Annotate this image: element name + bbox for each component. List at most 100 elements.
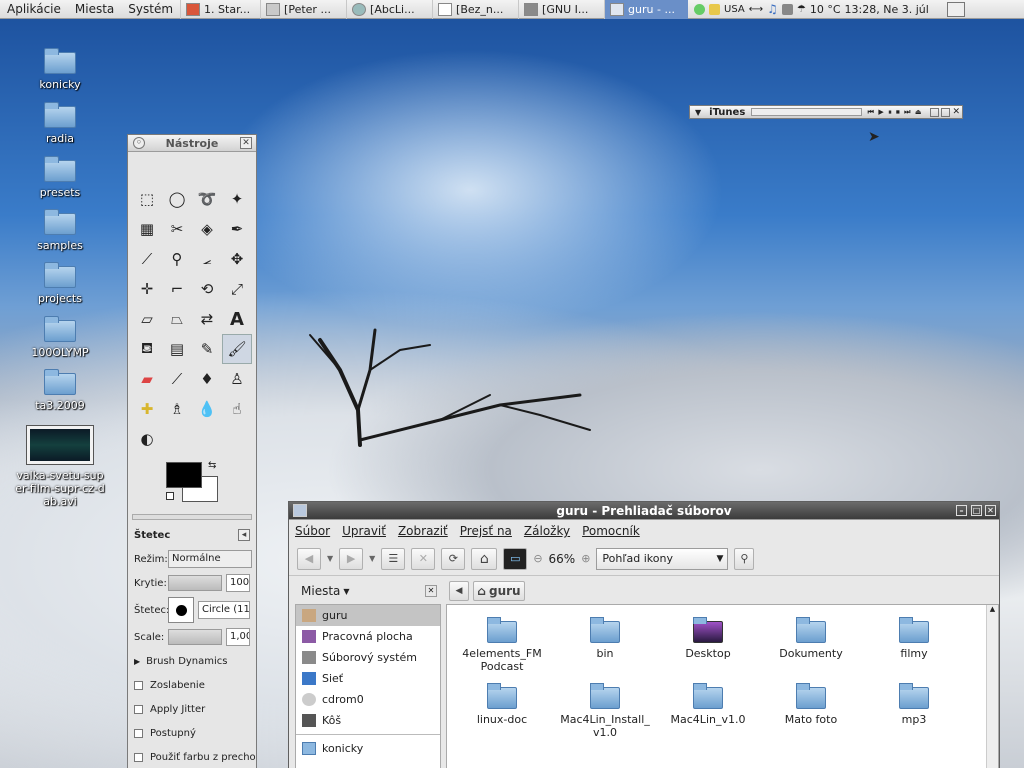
forward-button[interactable]: ▶ [339, 547, 364, 570]
brush-preview[interactable] [168, 597, 194, 623]
paths-icon[interactable]: ✒ [222, 214, 252, 244]
ellipse-select-icon[interactable]: ◯ [162, 184, 192, 214]
close-icon[interactable]: ✕ [952, 107, 960, 117]
up-button[interactable]: ☰ [381, 547, 406, 570]
crop-icon[interactable]: ⌐ [162, 274, 192, 304]
desktop-icon-video[interactable]: valka-svetu-super-film-supr-cz-dab.avi [14, 426, 106, 508]
perspective-clone-icon[interactable]: ♗ [162, 394, 192, 424]
fm-titlebar[interactable]: guru - Prehliadač súborov – □ ✕ [289, 502, 999, 520]
desktop-icon-presets[interactable]: presets [14, 156, 106, 199]
blur-icon[interactable]: 💧 [192, 394, 222, 424]
desktop-icon-projects[interactable]: projects [14, 262, 106, 305]
bucket-fill-icon[interactable]: ⛾ [132, 334, 162, 364]
file-item[interactable]: Mac4Lin_v1.0 [661, 683, 755, 726]
scale-icon[interactable]: ⤢ [222, 274, 252, 304]
maximize-button[interactable]: □ [971, 505, 982, 516]
chevron-down-icon[interactable]: ▼ [343, 587, 349, 596]
file-item[interactable]: bin [558, 617, 652, 660]
place-item[interactable]: guru [296, 605, 440, 626]
location-button[interactable]: ⌂ guru [473, 581, 525, 601]
foreground-color[interactable] [166, 462, 202, 488]
itunes-widget[interactable]: ▼ iTunes ⏮ ▶ ⏸ ⏹ ⏭ ⏏ ✕ [689, 105, 963, 119]
measure-icon[interactable]: ⦟ [192, 244, 222, 274]
vertical-scrollbar[interactable]: ▲ [986, 605, 998, 768]
minimize-button[interactable] [930, 107, 940, 117]
itunes-controls[interactable]: ⏮ ▶ ⏸ ⏹ ⏭ ⏏ [868, 108, 923, 117]
menu-aplikacie[interactable]: Aplikácie [0, 0, 68, 19]
options-menu-icon[interactable]: ◂ [238, 529, 250, 541]
smudge-icon[interactable]: ☝ [222, 394, 252, 424]
gradient-icon[interactable]: ▤ [162, 334, 192, 364]
reload-button[interactable]: ⟳ [441, 547, 466, 570]
file-item[interactable]: Mato foto [764, 683, 858, 726]
check-incremental[interactable]: Postupný [128, 721, 256, 745]
airbrush-icon[interactable]: ⟋ [162, 364, 192, 394]
place-item[interactable]: Sieť [296, 668, 440, 689]
collapse-icon[interactable]: ▼ [695, 108, 701, 117]
location-back-icon[interactable]: ◀ [449, 581, 469, 601]
place-item[interactable]: konicky [296, 738, 440, 759]
taskbar-item[interactable]: [GNU I... [518, 0, 604, 19]
place-item[interactable]: Súborový systém [296, 647, 440, 668]
close-button[interactable]: ✕ [985, 505, 996, 516]
check-fade[interactable]: Zoslabenie [128, 673, 256, 697]
itunes-progress[interactable] [751, 108, 862, 116]
place-item[interactable]: Pracovná plocha [296, 626, 440, 647]
file-item[interactable]: 4elements_FM Podcast [455, 617, 549, 673]
clock[interactable]: 13:28, Ne 3. júl [845, 3, 929, 16]
opacity-slider[interactable] [168, 575, 222, 591]
menu-system[interactable]: Systém [121, 0, 180, 19]
stop-button[interactable]: ✕ [411, 547, 436, 570]
forward-history-icon[interactable]: ▼ [369, 554, 375, 563]
weather-icon[interactable]: ☂ [797, 4, 806, 15]
file-item[interactable]: filmy [867, 617, 961, 660]
maximize-button[interactable] [941, 107, 951, 117]
show-desktop-button[interactable] [946, 1, 965, 17]
dodge-burn-icon[interactable]: ◐ [132, 424, 162, 454]
keyboard-layout[interactable]: USA [724, 4, 745, 15]
desktop-icon-radia[interactable]: radia [14, 102, 106, 145]
select-by-color-icon[interactable]: ▦ [132, 214, 162, 244]
fm-window-icon[interactable] [293, 504, 307, 517]
checkbox[interactable] [134, 752, 143, 762]
file-item[interactable]: Desktop [661, 617, 755, 660]
search-button[interactable]: ⚲ [734, 547, 755, 570]
perspective-icon[interactable]: ⏢ [162, 304, 192, 334]
pencil-icon[interactable]: ✎ [192, 334, 222, 364]
foreground-select-icon[interactable]: ◈ [192, 214, 222, 244]
file-item[interactable]: mp3 [867, 683, 961, 726]
paintbrush-icon[interactable]: 🖌 [222, 334, 252, 364]
scissors-icon[interactable]: ✂ [162, 214, 192, 244]
move-icon[interactable]: ✥ [222, 244, 252, 274]
desktop-icon-konicky[interactable]: konicky [14, 48, 106, 91]
checkbox[interactable] [134, 704, 143, 714]
rotate-icon[interactable]: ⟲ [192, 274, 222, 304]
battery-icon[interactable] [781, 3, 793, 15]
menu-upravit[interactable]: Upraviť [336, 524, 392, 538]
computer-button[interactable]: ▭ [503, 547, 528, 570]
clone-icon[interactable]: ♙ [222, 364, 252, 394]
zoom-icon[interactable]: ⚲ [162, 244, 192, 274]
home-button[interactable]: ⌂ [471, 547, 498, 570]
zoom-in-icon[interactable]: ⊕ [581, 552, 590, 565]
eraser-icon[interactable]: ▰ [132, 364, 162, 394]
network-status-icon[interactable] [694, 3, 706, 15]
file-item[interactable]: Dokumenty [764, 617, 858, 660]
close-button[interactable]: ✕ [240, 137, 252, 149]
menu-miesta[interactable]: Miesta [68, 0, 121, 19]
view-select[interactable]: Pohľad ikony ▼ [596, 547, 729, 570]
ink-icon[interactable]: ♦ [192, 364, 222, 394]
check-gradient-color[interactable]: Použiť farbu z prechod [128, 745, 256, 768]
window-menu-icon[interactable]: ◦ [133, 137, 145, 149]
menu-pomocnik[interactable]: Pomocník [576, 524, 646, 538]
lasso-icon[interactable]: ➰ [192, 184, 222, 214]
scale-slider[interactable] [168, 629, 222, 645]
default-colors-icon[interactable] [166, 492, 174, 500]
menu-prejst-na[interactable]: Prejsť na [454, 524, 518, 538]
menu-zobrazit[interactable]: Zobraziť [392, 524, 454, 538]
taskbar-item[interactable]: 1. Star... [180, 0, 260, 19]
menu-subor[interactable]: Súbor [289, 524, 336, 538]
taskbar-item-active[interactable]: guru - ... [604, 0, 689, 19]
rect-select-icon[interactable]: ⬚ [132, 184, 162, 214]
check-jitter[interactable]: Apply Jitter [128, 697, 256, 721]
